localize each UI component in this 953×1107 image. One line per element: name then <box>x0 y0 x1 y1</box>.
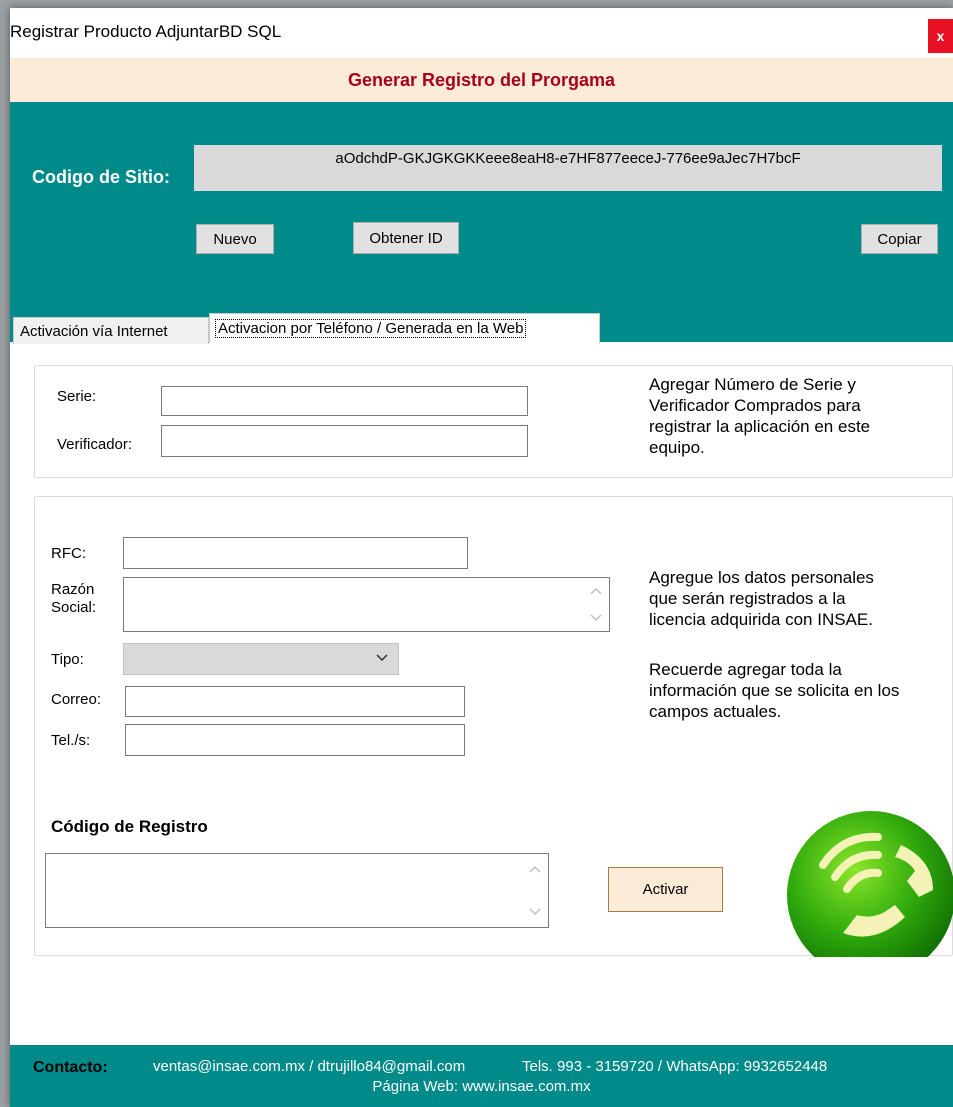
scroll-down-icon[interactable] <box>528 907 542 917</box>
activate-button[interactable]: Activar <box>608 867 723 912</box>
site-code-label: Codigo de Sitio: <box>32 167 170 187</box>
serial-description-line: registrar la aplicación en este <box>649 417 871 436</box>
personal-description: Agregue los datos personales que serán r… <box>649 567 874 630</box>
serial-description-line: Verificador Comprados para <box>649 396 861 415</box>
tipo-select[interactable] <box>123 643 399 675</box>
new-button[interactable]: Nuevo <box>196 224 274 254</box>
site-code-value: aOdchdP-GKJGKGKKeee8eaH8-e7HF877eeceJ-77… <box>335 150 801 167</box>
correo-input[interactable] <box>125 686 465 717</box>
registration-window: Registrar Producto AdjuntarBD SQL x Gene… <box>10 8 953 1107</box>
activate-button-label: Activar <box>642 881 689 898</box>
close-button[interactable]: x <box>928 19 953 53</box>
scroll-down-icon[interactable] <box>589 613 603 623</box>
contact-label: Contacto: <box>33 1059 108 1076</box>
new-button-label: Nuevo <box>213 230 257 248</box>
copy-button-label: Copiar <box>877 230 922 248</box>
reminder-description-line: información que se solicita en los <box>649 681 900 700</box>
contact-web[interactable]: Página Web: www.insae.com.mx <box>10 1078 953 1095</box>
razon-social-textarea[interactable] <box>123 577 610 632</box>
personal-description-line: Agregue los datos personales <box>649 568 874 587</box>
registration-code-label: Código de Registro <box>51 817 208 836</box>
tipo-label: Tipo: <box>51 651 84 668</box>
header-title: Generar Registro del Prorgama <box>347 69 616 90</box>
reminder-description-line: Recuerde agregar toda la <box>649 660 842 679</box>
scroll-up-icon[interactable] <box>528 864 542 874</box>
scroll-up-icon[interactable] <box>589 586 603 596</box>
personal-data-group: RFC: Razón Social: Tipo: Correo: Tel./s:… <box>34 496 953 957</box>
registration-code-textarea[interactable] <box>45 853 549 928</box>
reminder-description-line: campos actuales. <box>649 702 782 721</box>
get-id-button[interactable]: Obtener ID <box>353 222 459 254</box>
copy-button[interactable]: Copiar <box>861 224 938 254</box>
get-id-button-label: Obtener ID <box>369 229 443 247</box>
personal-description-line: que serán registrados a la <box>649 589 846 608</box>
site-code-panel: Codigo de Sitio: aOdchdP-GKJGKGKKeee8eaH… <box>10 102 953 342</box>
serial-description-line: Agregar Número de Serie y <box>649 375 856 394</box>
serial-description-line: equipo. <box>649 438 705 457</box>
correo-label: Correo: <box>51 691 102 708</box>
tel-label: Tel./s: <box>51 732 91 749</box>
chevron-down-icon <box>376 654 388 662</box>
contact-emails[interactable]: ventas@insae.com.mx / dtrujillo84@gmail.… <box>153 1058 465 1075</box>
razon-social-label: Razón Social: <box>51 581 96 617</box>
serial-group: Serie: Verificador: Agregar Número de Se… <box>34 365 953 478</box>
razon-label-line: Social: <box>51 599 97 616</box>
close-icon: x <box>936 28 945 44</box>
razon-scrollbar[interactable] <box>589 582 605 627</box>
registration-scrollbar[interactable] <box>528 858 544 923</box>
personal-description-line: licencia adquirida con INSAE. <box>649 610 873 629</box>
tel-input[interactable] <box>125 724 465 756</box>
contact-footer: Contacto: ventas@insae.com.mx / dtrujill… <box>10 1045 953 1107</box>
tab-internet-activation[interactable]: Activación vía Internet <box>13 317 209 344</box>
verificador-label: Verificador: <box>57 436 133 453</box>
window-title: Registrar Producto AdjuntarBD SQL <box>10 22 282 41</box>
rfc-input[interactable] <box>123 537 468 569</box>
reminder-description: Recuerde agregar toda la información que… <box>649 659 899 722</box>
verificador-input[interactable] <box>161 425 528 457</box>
contact-phones: Tels. 993 - 3159720 / WhatsApp: 99326524… <box>522 1058 828 1075</box>
rfc-label: RFC: <box>51 545 86 562</box>
serie-input[interactable] <box>161 386 528 416</box>
site-code-field[interactable]: aOdchdP-GKJGKGKKeee8eaH8-e7HF877eeceJ-77… <box>194 145 942 191</box>
serial-description: Agregar Número de Serie y Verificador Co… <box>649 374 870 458</box>
serie-label: Serie: <box>57 388 97 405</box>
phone-logo-icon <box>787 811 953 957</box>
tab-phone-activation[interactable]: Activacion por Teléfono / Generada en la… <box>209 313 600 343</box>
title-bar: Registrar Producto AdjuntarBD SQL x <box>10 8 953 58</box>
tab-phone-label: Activacion por Teléfono / Generada en la… <box>214 319 527 338</box>
header-band: Generar Registro del Prorgama <box>10 58 953 102</box>
tab-internet-label: Activación vía Internet <box>20 322 168 340</box>
razon-label-line: Razón <box>51 581 95 598</box>
